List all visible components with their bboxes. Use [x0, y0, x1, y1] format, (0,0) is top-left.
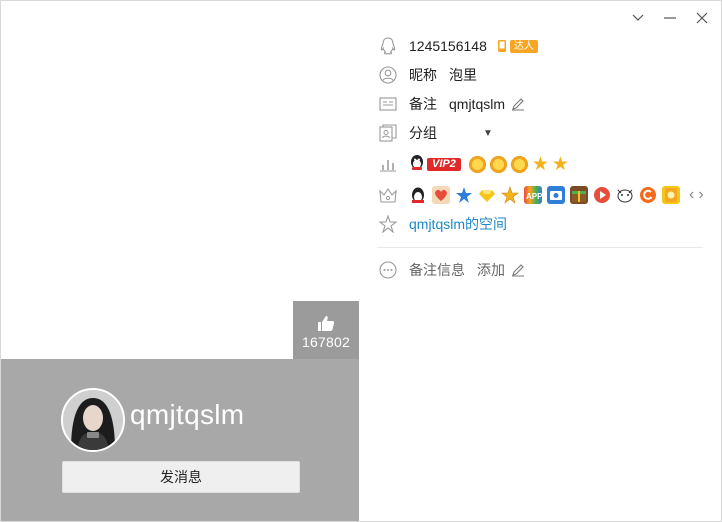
- penguin-icon: [377, 35, 399, 57]
- like-button[interactable]: 167802: [293, 301, 359, 359]
- heart-service-icon[interactable]: [432, 186, 450, 204]
- chevron-left-icon[interactable]: ‹: [689, 186, 694, 204]
- group-row: 分组 ▼: [377, 121, 493, 145]
- camera-service-icon[interactable]: [547, 186, 565, 204]
- star-level-icon[interactable]: ★: [532, 155, 549, 174]
- window-controls: [627, 7, 713, 29]
- phone-icon: [497, 40, 506, 52]
- sun-level-icon[interactable]: [489, 155, 507, 173]
- space-link[interactable]: qmjtqslm的空间: [409, 214, 507, 234]
- diamond-service-icon[interactable]: [478, 186, 496, 204]
- remark-info-label: 备注信息: [409, 262, 465, 278]
- profile-card-panel: [1, 359, 359, 521]
- daren-label: 达人: [509, 39, 538, 53]
- sun-level-icon[interactable]: [468, 155, 486, 173]
- remark-value[interactable]: qmjtqslm: [449, 96, 505, 112]
- app-service-icon[interactable]: APP: [524, 186, 543, 204]
- edit-icon[interactable]: [511, 263, 525, 277]
- group-icon: [377, 122, 399, 144]
- send-message-button[interactable]: 发消息: [62, 461, 300, 493]
- add-remark-link[interactable]: 添加: [477, 260, 505, 280]
- edit-icon[interactable]: [511, 97, 525, 111]
- vip-badge[interactable]: VIP2: [427, 157, 461, 171]
- qq-number: 1245156148: [409, 38, 487, 54]
- star-level-icon[interactable]: ★: [552, 155, 569, 174]
- minimize-icon[interactable]: [659, 7, 681, 29]
- svg-text:APP: APP: [526, 192, 542, 201]
- gift-service-icon[interactable]: [570, 186, 588, 204]
- chevron-down-icon[interactable]: [627, 7, 649, 29]
- like-count: 167802: [302, 334, 350, 350]
- group-dropdown[interactable]: ▼: [483, 128, 493, 139]
- cow-service-icon[interactable]: [616, 186, 634, 204]
- daren-badge: 达人: [495, 38, 538, 54]
- remark-info-row: 备注信息 添加: [377, 258, 525, 282]
- vip-penguin-icon: [409, 154, 425, 174]
- display-name: qmjtqslm: [130, 399, 245, 430]
- space-row: qmjtqslm的空间: [377, 212, 507, 236]
- more-icon: [377, 259, 399, 281]
- nickname-label: 昵称: [409, 67, 437, 83]
- remark-row: 备注 qmjtqslm: [377, 92, 525, 116]
- services-row: APP ‹ ›: [377, 183, 704, 207]
- video-service-icon[interactable]: [593, 186, 611, 204]
- group-label: 分组: [409, 125, 437, 141]
- thumbs-up-icon: [293, 315, 359, 333]
- chevron-right-icon[interactable]: ›: [698, 186, 703, 204]
- orange-circle-service-icon[interactable]: [639, 186, 657, 204]
- nickname-row: 昵称 泡里: [377, 63, 477, 87]
- card-icon: [377, 93, 399, 115]
- sun-level-icon[interactable]: [510, 155, 528, 173]
- qq-number-row: 1245156148 达人: [377, 34, 538, 58]
- nickname-value: 泡里: [449, 67, 477, 83]
- remark-label: 备注: [409, 96, 437, 112]
- user-circle-icon: [377, 64, 399, 86]
- coin-service-icon[interactable]: [662, 186, 680, 204]
- close-icon[interactable]: [691, 7, 713, 29]
- divider: [377, 247, 703, 248]
- star-outline-icon: [377, 213, 399, 235]
- blue-star-service-icon[interactable]: [455, 186, 473, 204]
- avatar[interactable]: [61, 388, 125, 452]
- crown-icon: [377, 184, 399, 206]
- gold-star-service-icon[interactable]: [501, 186, 519, 204]
- chart-icon: [377, 153, 399, 175]
- penguin-service-icon[interactable]: [409, 186, 427, 204]
- level-row: VIP2 ★ ★: [377, 152, 572, 176]
- profile-window: 167802 qmjtqslm 发消息 1245156148 达人 昵称 泡里: [0, 0, 722, 522]
